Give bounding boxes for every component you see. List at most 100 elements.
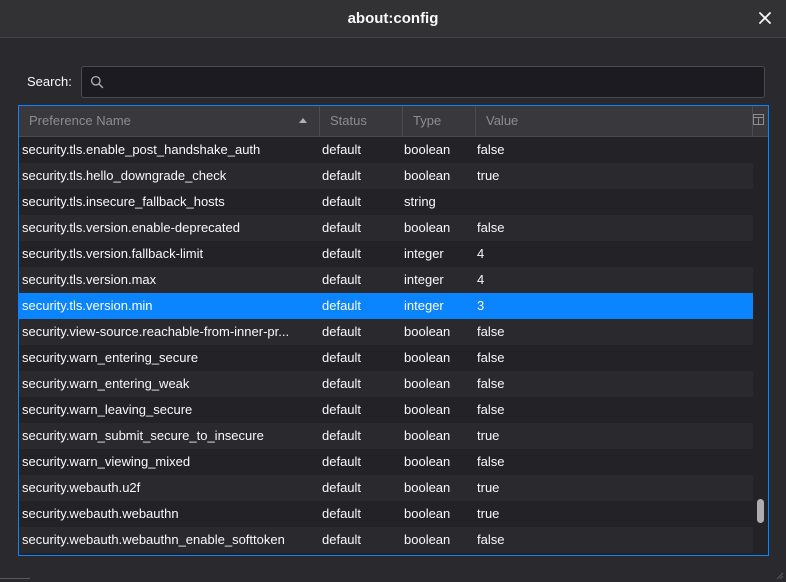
- table-row[interactable]: security.warn_entering_weak default boolea…: [19, 371, 753, 397]
- pref-type-cell: integer: [404, 246, 444, 261]
- table-row[interactable]: security.tls.hello_downgrade_check defaul…: [19, 163, 753, 189]
- pref-name-cell: security.webauth.webauthn_enable_softtok…: [22, 532, 285, 547]
- table-row[interactable]: security.tls.version.fallback-limit defau…: [19, 241, 753, 267]
- pref-name-cell: security.warn_entering_secure: [22, 350, 199, 365]
- table-row[interactable]: security.tls.version.max default integer 4: [19, 267, 753, 293]
- pref-status-cell: default: [322, 454, 362, 469]
- tree-header: Preference Name Status Type Value: [19, 106, 768, 137]
- pref-status-cell: default: [322, 402, 362, 417]
- pref-name-cell: security.webauth.u2f: [22, 480, 141, 495]
- column-header-status[interactable]: Status: [320, 106, 403, 136]
- table-row[interactable]: security.tls.enable_post_handshake_auth d…: [19, 137, 753, 163]
- pref-value-cell: true: [477, 168, 500, 183]
- pref-value-cell: false: [477, 324, 505, 339]
- pref-status-cell: default: [322, 480, 362, 495]
- column-header-type[interactable]: Type: [403, 106, 476, 136]
- pref-value-cell: true: [477, 480, 500, 495]
- pref-type-cell: boolean: [404, 532, 451, 547]
- pref-value-cell: false: [477, 454, 505, 469]
- column-picker-icon[interactable]: [753, 114, 764, 125]
- pref-status-cell: default: [322, 272, 362, 287]
- table-row[interactable]: security.view-source.reachable-from-inne…: [19, 319, 753, 345]
- pref-status-cell: default: [322, 142, 362, 157]
- table-row[interactable]: security.tls.insecure_fallback_hosts defa…: [19, 189, 753, 215]
- pref-status-cell: default: [322, 428, 362, 443]
- pref-value-cell: true: [477, 506, 500, 521]
- pref-status-cell: default: [322, 506, 362, 521]
- pref-type-cell: boolean: [404, 454, 451, 469]
- search-icon: [90, 75, 104, 89]
- pref-name-cell: security.view-source.reachable-from-inne…: [22, 324, 290, 339]
- table-row[interactable]: security.warn_entering_secure default bool…: [19, 345, 753, 371]
- pref-name-cell: security.warn_submit_secure_to_insecure: [22, 428, 264, 443]
- pref-value-cell: false: [477, 402, 505, 417]
- table-row[interactable]: security.webauth.u2f default boolean true: [19, 475, 753, 501]
- table-row[interactable]: security.warn_leaving_secure default boole…: [19, 397, 753, 423]
- pref-type-cell: boolean: [404, 480, 451, 495]
- preferences-list: security.tls.enable_post_handshake_authd…: [19, 137, 753, 553]
- table-row[interactable]: security.warn_viewing_mixed default boolea…: [19, 449, 753, 475]
- column-header-label: Value: [486, 113, 519, 128]
- pref-name-cell: security.tls.version.fallback-limit: [22, 246, 204, 261]
- pref-status-cell: default: [322, 324, 362, 339]
- column-header-label: Preference Name: [29, 113, 131, 128]
- pref-name-cell: security.webauth.webauthn: [22, 506, 179, 521]
- pref-name-cell: security.tls.hello_downgrade_check: [22, 168, 227, 183]
- pref-value-cell: 3: [477, 298, 485, 313]
- close-button[interactable]: [754, 7, 776, 29]
- pref-status-cell: default: [322, 376, 362, 391]
- pref-value-cell: 4: [477, 272, 485, 287]
- pref-value-cell: false: [477, 220, 505, 235]
- pref-value-cell: false: [477, 532, 505, 547]
- table-row[interactable]: security.tls.version.enable-deprecated de…: [19, 215, 753, 241]
- pref-status-cell: default: [322, 246, 362, 261]
- pref-value-cell: 4: [477, 246, 485, 261]
- pref-status-cell: default: [322, 298, 362, 313]
- close-icon: [759, 12, 771, 24]
- pref-type-cell: boolean: [404, 168, 451, 183]
- search-label: Search:: [27, 74, 72, 89]
- resize-grip-icon[interactable]: [774, 570, 784, 580]
- pref-name-cell: security.tls.enable_post_handshake_auth: [22, 142, 261, 157]
- sort-ascending-icon: [299, 118, 307, 123]
- pref-value-cell: false: [477, 142, 505, 157]
- pref-type-cell: string: [404, 194, 436, 209]
- column-header-label: Type: [413, 113, 442, 128]
- table-row[interactable]: security.webauth.webauthn_enable_softtok…: [19, 527, 753, 553]
- pref-value-cell: false: [477, 376, 505, 391]
- pref-status-cell: default: [322, 168, 362, 183]
- pref-type-cell: boolean: [404, 142, 451, 157]
- pref-type-cell: boolean: [404, 324, 451, 339]
- column-header-preference-name[interactable]: Preference Name: [19, 106, 320, 136]
- scrollbar-thumb[interactable]: [757, 499, 764, 523]
- pref-type-cell: integer: [404, 298, 444, 313]
- pref-type-cell: boolean: [404, 220, 451, 235]
- window-edge-divider: [0, 578, 30, 579]
- pref-value-cell: false: [477, 350, 505, 365]
- pref-status-cell: default: [322, 220, 362, 235]
- pref-type-cell: integer: [404, 272, 444, 287]
- column-header-value[interactable]: Value: [476, 106, 753, 136]
- pref-type-cell: boolean: [404, 376, 451, 391]
- pref-name-cell: security.tls.version.max: [22, 272, 157, 287]
- pref-type-cell: boolean: [404, 402, 451, 417]
- window-title: about:config: [347, 10, 439, 27]
- column-header-label: Status: [330, 113, 367, 128]
- pref-type-cell: boolean: [404, 350, 451, 365]
- table-row[interactable]: security.warn_submit_secure_to_insecure d…: [19, 423, 753, 449]
- pref-value-cell: [477, 189, 747, 215]
- search-box[interactable]: [81, 66, 765, 98]
- search-input[interactable]: [110, 69, 754, 95]
- pref-type-cell: boolean: [404, 506, 451, 521]
- table-row[interactable]: security.webauth.webauthn default boolean t…: [19, 501, 753, 527]
- about-config-window: about:config Search: Preference Name Sta…: [0, 0, 786, 582]
- preferences-tree: Preference Name Status Type Value securi…: [18, 105, 769, 556]
- vertical-scrollbar[interactable]: [754, 137, 768, 555]
- table-row[interactable]: security.tls.version.min default integer 3: [19, 293, 753, 319]
- pref-status-cell: default: [322, 350, 362, 365]
- titlebar: about:config: [0, 0, 786, 38]
- pref-status-cell: default: [322, 532, 362, 547]
- pref-name-cell: security.tls.version.enable-deprecated: [22, 220, 240, 235]
- pref-name-cell: security.tls.insecure_fallback_hosts: [22, 194, 225, 209]
- pref-status-cell: default: [322, 194, 362, 209]
